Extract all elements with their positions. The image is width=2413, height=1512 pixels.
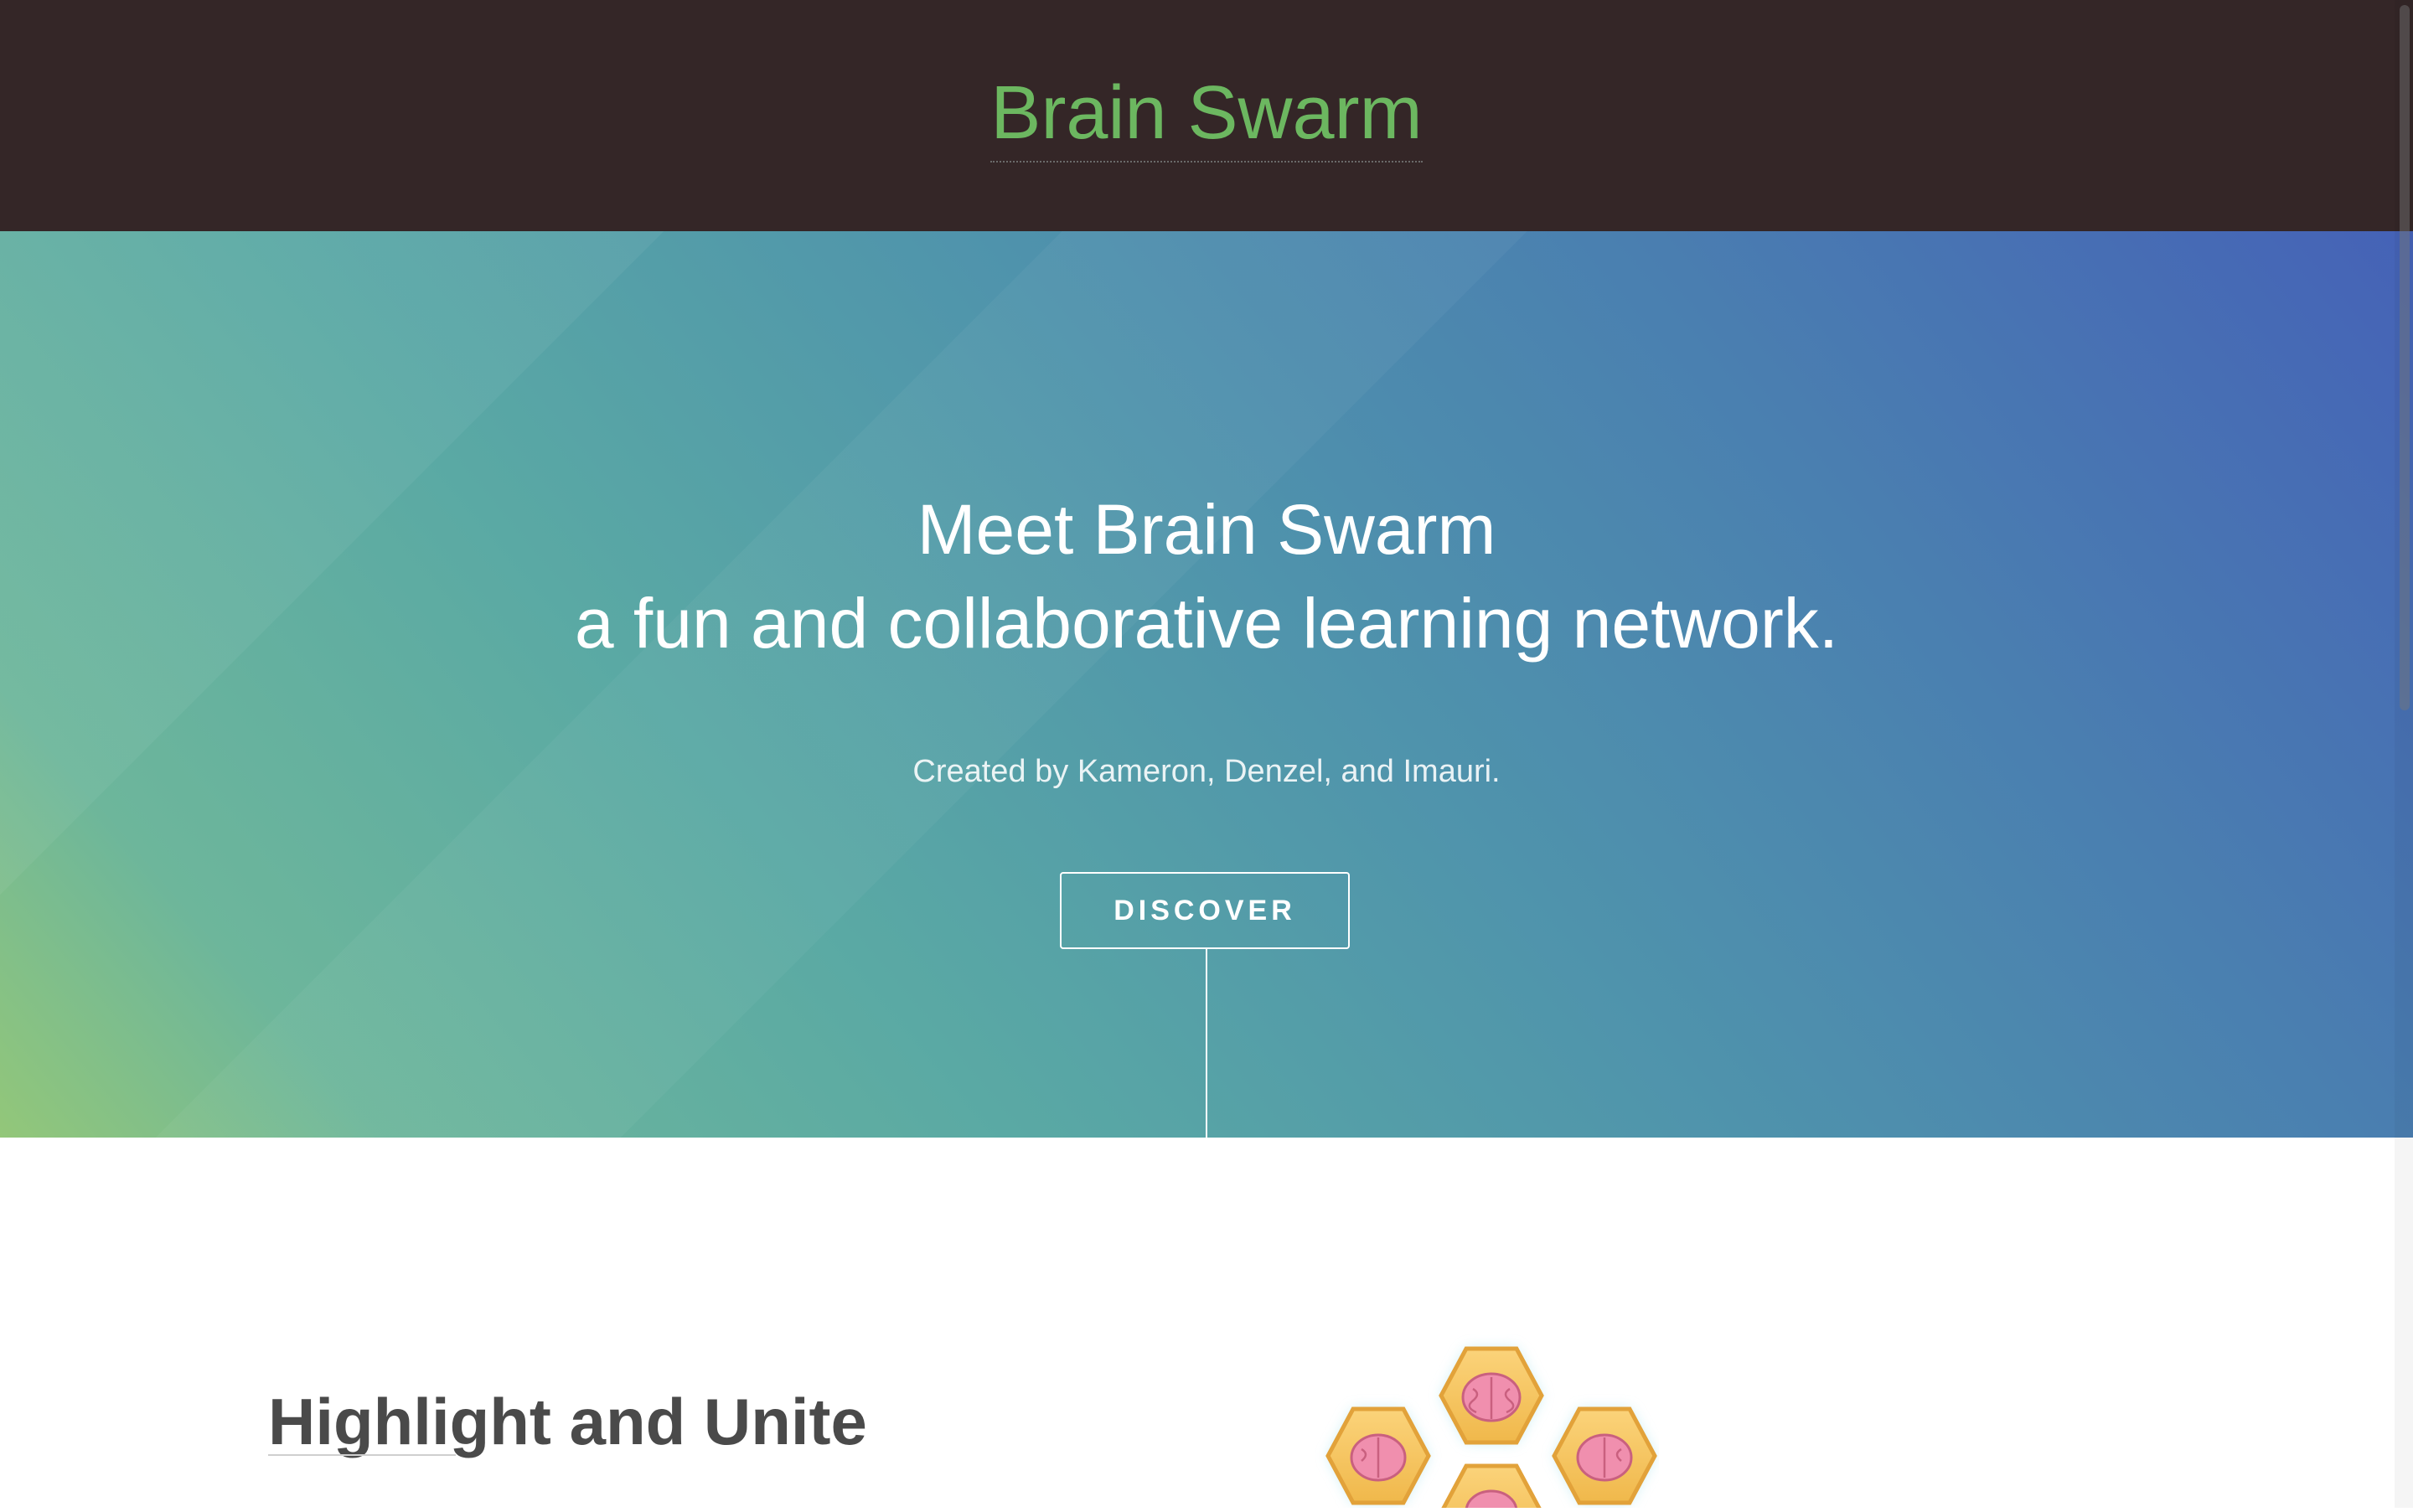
- scrollbar-thumb[interactable]: [2400, 5, 2410, 710]
- hero-headline-line-1: Meet Brain Swarm: [917, 490, 1496, 569]
- discover-button[interactable]: DISCOVER: [1060, 872, 1350, 949]
- site-header: Brain Swarm: [0, 0, 2413, 231]
- hero-section: Meet Brain Swarm a fun and collaborative…: [0, 231, 2413, 1138]
- feature-title: Highlight and Unite: [268, 1384, 867, 1458]
- site-title-link[interactable]: Brain Swarm: [990, 67, 1423, 163]
- site-title-container: Brain Swarm: [0, 67, 2413, 163]
- hero-credit: Created by Kameron, Denzel, and Imauri.: [912, 754, 1501, 789]
- feature-divider: [268, 1454, 456, 1456]
- discover-connector-line: [1206, 949, 1207, 1138]
- honeycomb-brains-icon: [1257, 1332, 1659, 1512]
- hero-headline-line-2: a fun and collaborative learning network…: [574, 584, 1839, 663]
- hero-headline: Meet Brain Swarm a fun and collaborative…: [0, 482, 2413, 670]
- page-scrollbar[interactable]: [2395, 0, 2413, 1508]
